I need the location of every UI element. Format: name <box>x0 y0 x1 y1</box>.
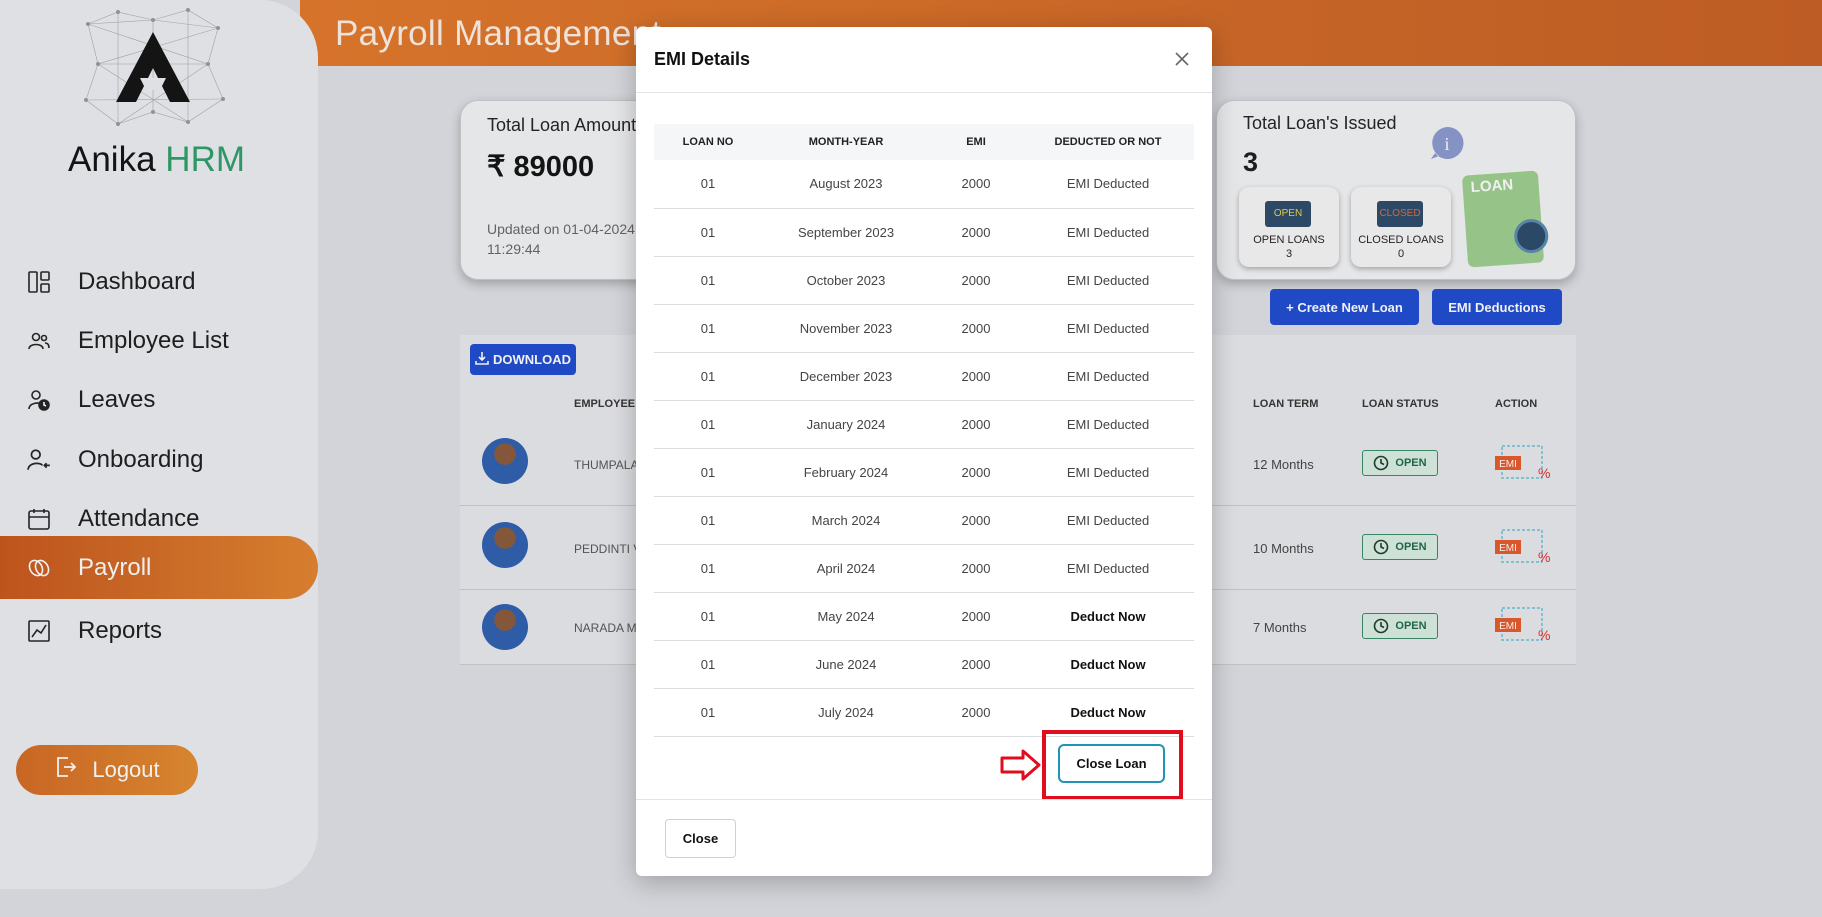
emi-amount: 2000 <box>930 160 1022 209</box>
emi-deduction-status: EMI Deducted <box>1022 256 1194 305</box>
emi-month-year: November 2023 <box>762 304 930 353</box>
arrow-right-icon <box>1000 749 1041 781</box>
emi-table-header: LOAN NO MONTH-YEAR EMI DEDUCTED OR NOT <box>654 124 1194 160</box>
emi-loan-no: 01 <box>654 256 762 305</box>
emi-deduction-status[interactable]: Deduct Now <box>1022 640 1194 689</box>
emi-amount: 2000 <box>930 688 1022 737</box>
emi-loan-no: 01 <box>654 160 762 209</box>
emi-row: 01 February 2024 2000 EMI Deducted <box>654 448 1194 497</box>
emi-month-year: December 2023 <box>762 352 930 401</box>
emi-month-year: July 2024 <box>762 688 930 737</box>
emi-deduction-status: EMI Deducted <box>1022 304 1194 353</box>
emi-loan-no: 01 <box>654 208 762 257</box>
emi-month-year: August 2023 <box>762 160 930 209</box>
emi-loan-no: 01 <box>654 400 762 449</box>
emi-amount: 2000 <box>930 448 1022 497</box>
emi-row: 01 July 2024 2000 Deduct Now <box>654 688 1194 737</box>
emi-month-year: April 2024 <box>762 544 930 593</box>
emi-loan-no: 01 <box>654 688 762 737</box>
emi-loan-no: 01 <box>654 304 762 353</box>
emi-row: 01 December 2023 2000 EMI Deducted <box>654 352 1194 401</box>
emi-row: 01 January 2024 2000 EMI Deducted <box>654 400 1194 449</box>
th-loan-no: LOAN NO <box>654 124 762 160</box>
emi-amount: 2000 <box>930 256 1022 305</box>
emi-row: 01 April 2024 2000 EMI Deducted <box>654 544 1194 593</box>
modal-header: EMI Details <box>636 27 1212 93</box>
emi-deduction-status: EMI Deducted <box>1022 496 1194 545</box>
emi-row: 01 October 2023 2000 EMI Deducted <box>654 256 1194 305</box>
close-loan-button[interactable]: Close Loan <box>1058 744 1165 783</box>
emi-month-year: September 2023 <box>762 208 930 257</box>
emi-row: 01 June 2024 2000 Deduct Now <box>654 640 1194 689</box>
emi-row: 01 August 2023 2000 EMI Deducted <box>654 160 1194 209</box>
th-emi: EMI <box>930 124 1022 160</box>
emi-table: LOAN NO MONTH-YEAR EMI DEDUCTED OR NOT 0… <box>654 124 1194 737</box>
emi-month-year: January 2024 <box>762 400 930 449</box>
emi-deduction-status: EMI Deducted <box>1022 160 1194 209</box>
emi-loan-no: 01 <box>654 592 762 641</box>
modal-title: EMI Details <box>654 49 751 69</box>
th-deducted-or-not: DEDUCTED OR NOT <box>1022 124 1194 160</box>
emi-loan-no: 01 <box>654 448 762 497</box>
emi-loan-no: 01 <box>654 544 762 593</box>
emi-deduction-status: EMI Deducted <box>1022 208 1194 257</box>
emi-month-year: February 2024 <box>762 448 930 497</box>
emi-amount: 2000 <box>930 544 1022 593</box>
emi-deduction-status: EMI Deducted <box>1022 352 1194 401</box>
emi-amount: 2000 <box>930 496 1022 545</box>
emi-row: 01 March 2024 2000 EMI Deducted <box>654 496 1194 545</box>
emi-amount: 2000 <box>930 592 1022 641</box>
emi-month-year: June 2024 <box>762 640 930 689</box>
emi-deduction-status: EMI Deducted <box>1022 448 1194 497</box>
emi-amount: 2000 <box>930 304 1022 353</box>
close-button[interactable]: Close <box>665 819 736 858</box>
emi-loan-no: 01 <box>654 496 762 545</box>
th-month-year: MONTH-YEAR <box>762 124 930 160</box>
emi-details-modal: EMI Details LOAN NO MONTH-YEAR EMI DEDUC… <box>636 27 1212 876</box>
emi-row: 01 September 2023 2000 EMI Deducted <box>654 208 1194 257</box>
emi-deduction-status: EMI Deducted <box>1022 400 1194 449</box>
close-icon[interactable] <box>1172 49 1192 69</box>
emi-loan-no: 01 <box>654 352 762 401</box>
emi-amount: 2000 <box>930 640 1022 689</box>
emi-amount: 2000 <box>930 400 1022 449</box>
emi-deduction-status[interactable]: Deduct Now <box>1022 688 1194 737</box>
emi-loan-no: 01 <box>654 640 762 689</box>
emi-month-year: March 2024 <box>762 496 930 545</box>
emi-deduction-status: EMI Deducted <box>1022 544 1194 593</box>
emi-amount: 2000 <box>930 208 1022 257</box>
emi-row: 01 November 2023 2000 EMI Deducted <box>654 304 1194 353</box>
emi-deduction-status[interactable]: Deduct Now <box>1022 592 1194 641</box>
emi-month-year: October 2023 <box>762 256 930 305</box>
emi-row: 01 May 2024 2000 Deduct Now <box>654 592 1194 641</box>
emi-month-year: May 2024 <box>762 592 930 641</box>
emi-amount: 2000 <box>930 352 1022 401</box>
